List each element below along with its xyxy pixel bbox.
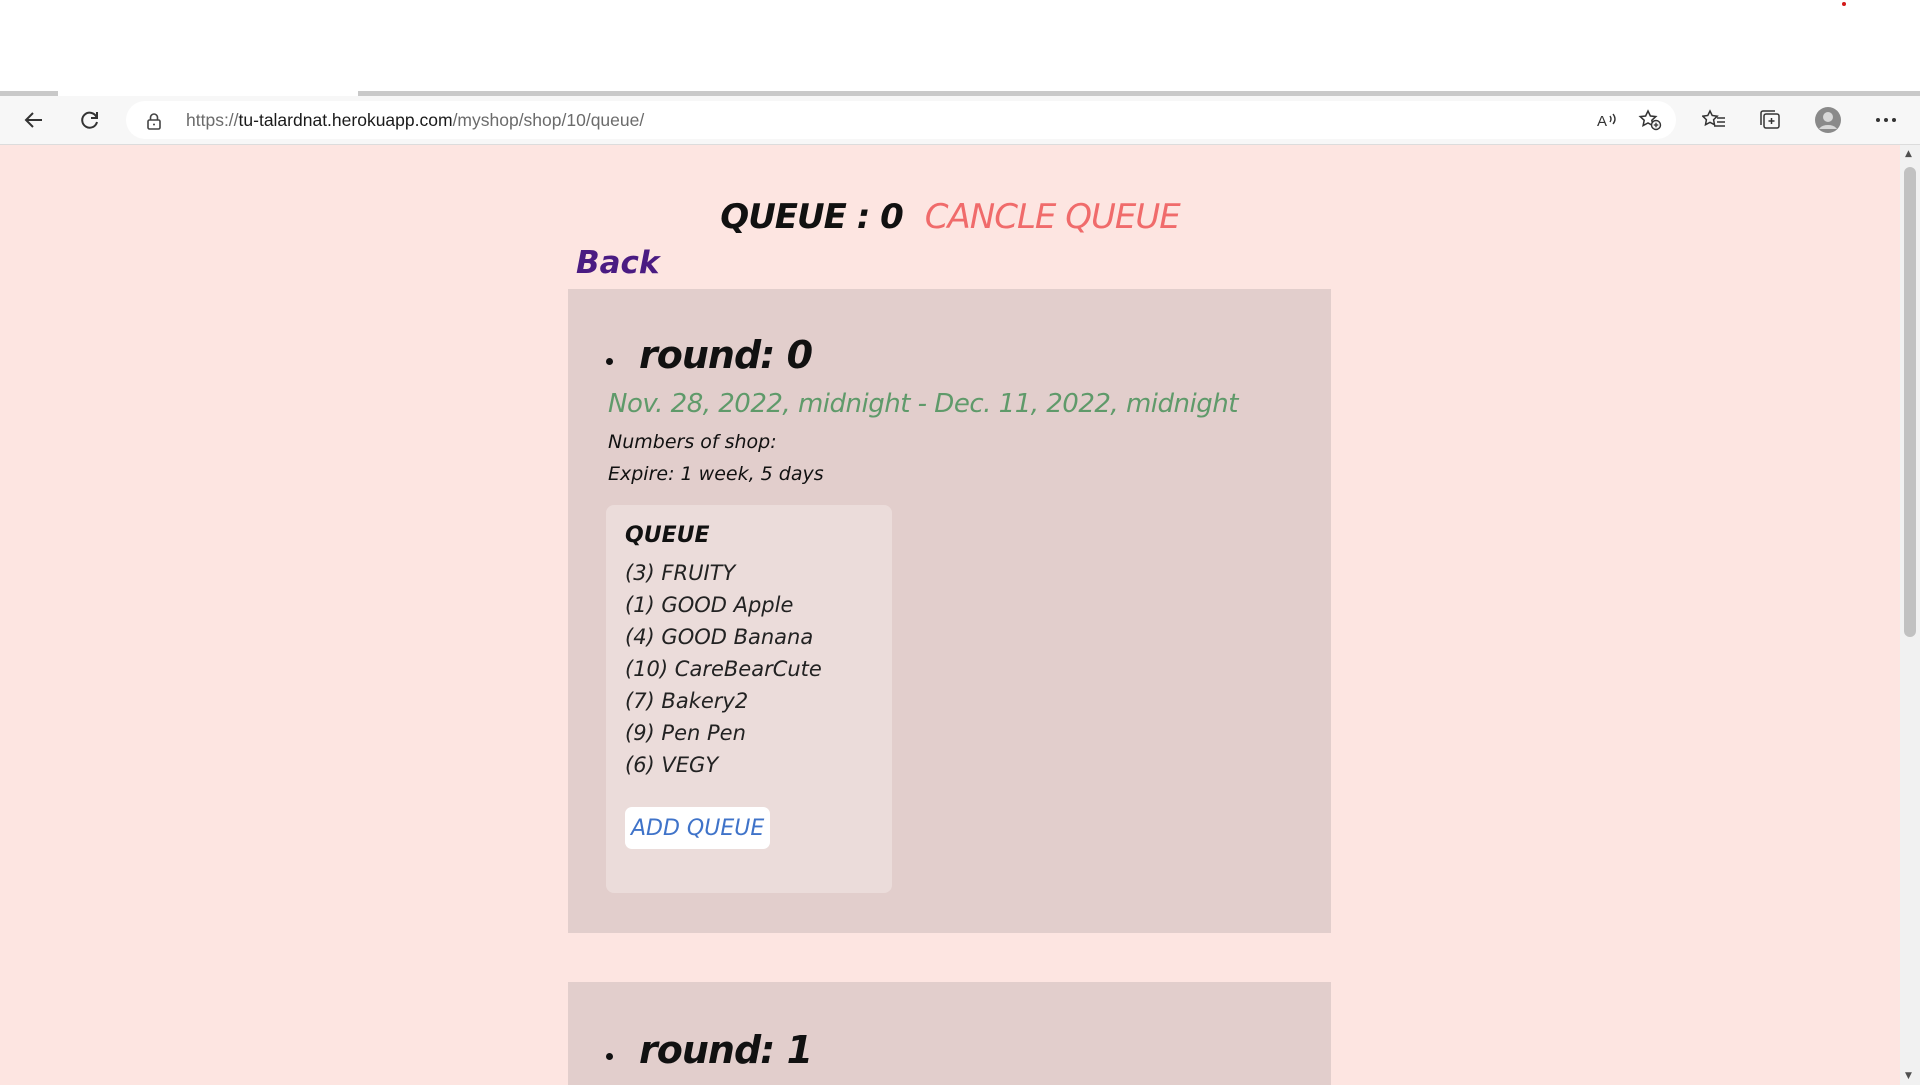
window-top-area [0, 0, 1920, 92]
url-path: /myshop/shop/10/queue/ [452, 110, 645, 130]
queue-list-item: (7) Bakery2 [625, 689, 749, 713]
queue-list-item: (9) Pen Pen [625, 721, 746, 745]
queue-list-item: (4) GOOD Banana [625, 625, 814, 649]
url-scheme: https:// [186, 110, 239, 130]
queue-list: (3) FRUITY (1) GOOD Apple (4) GOOD Banan… [625, 557, 822, 781]
queue-box: QUEUE (3) FRUITY (1) GOOD Apple (4) GOOD… [606, 505, 892, 893]
svg-text:A: A [1597, 113, 1607, 130]
page-scrollbar[interactable]: ▲ ▼ [1900, 145, 1920, 1085]
profile-avatar-icon[interactable] [1812, 104, 1844, 136]
add-queue-button[interactable]: ADD QUEUE [625, 807, 771, 849]
round-date-range: Nov. 28, 2022, midnight - Dec. 11, 2022,… [608, 389, 1238, 419]
round-title: round: 1 [606, 1028, 813, 1072]
url-text[interactable]: https://tu-talardnat.herokuapp.com/mysho… [186, 110, 644, 131]
list-bullet [606, 358, 613, 365]
cancel-queue-link[interactable]: CANCLE QUEUE [925, 197, 1181, 237]
list-bullet [606, 1053, 613, 1060]
round-card: round: 1 [568, 982, 1331, 1085]
page-viewport: QUEUE : 0 CANCLE QUEUE Back round: 0 Nov.… [0, 145, 1900, 1085]
reload-icon[interactable] [74, 104, 106, 136]
scrollbar-thumb[interactable] [1904, 167, 1916, 637]
add-favorite-icon[interactable] [1636, 108, 1664, 132]
queue-list-item: (6) VEGY [625, 753, 719, 777]
back-link[interactable]: Back [576, 245, 660, 281]
more-menu-icon[interactable] [1870, 104, 1902, 136]
round-title-text: round: 1 [639, 1028, 813, 1072]
round-title-text: round: 0 [639, 333, 813, 377]
url-host: tu-talardnat.herokuapp.com [238, 110, 453, 130]
browser-toolbar: https://tu-talardnat.herokuapp.com/mysho… [0, 96, 1920, 145]
notification-dot [1842, 2, 1846, 6]
queue-list-item: (10) CareBearCute [625, 657, 822, 681]
expire-text: Expire: 1 week, 5 days [608, 463, 824, 485]
collections-icon[interactable] [1754, 104, 1786, 136]
back-arrow-icon[interactable] [18, 104, 50, 136]
round-card: round: 0 Nov. 28, 2022, midnight - Dec. … [568, 289, 1331, 933]
scroll-up-arrow-icon[interactable]: ▲ [1905, 149, 1912, 159]
read-aloud-icon[interactable]: A [1594, 108, 1622, 132]
numbers-of-shop: Numbers of shop: [608, 431, 777, 453]
queue-list-item: (1) GOOD Apple [625, 593, 794, 617]
favorites-icon[interactable] [1698, 104, 1730, 136]
lock-icon [146, 112, 162, 134]
queue-count: QUEUE : 0 [720, 197, 903, 237]
queue-heading: QUEUE [625, 523, 710, 548]
scroll-down-arrow-icon[interactable]: ▼ [1905, 1071, 1912, 1081]
queue-list-item: (3) FRUITY [625, 561, 736, 585]
round-title: round: 0 [606, 333, 813, 377]
queue-header: QUEUE : 0 CANCLE QUEUE [0, 197, 1900, 237]
address-bar[interactable]: https://tu-talardnat.herokuapp.com/mysho… [126, 101, 1676, 139]
